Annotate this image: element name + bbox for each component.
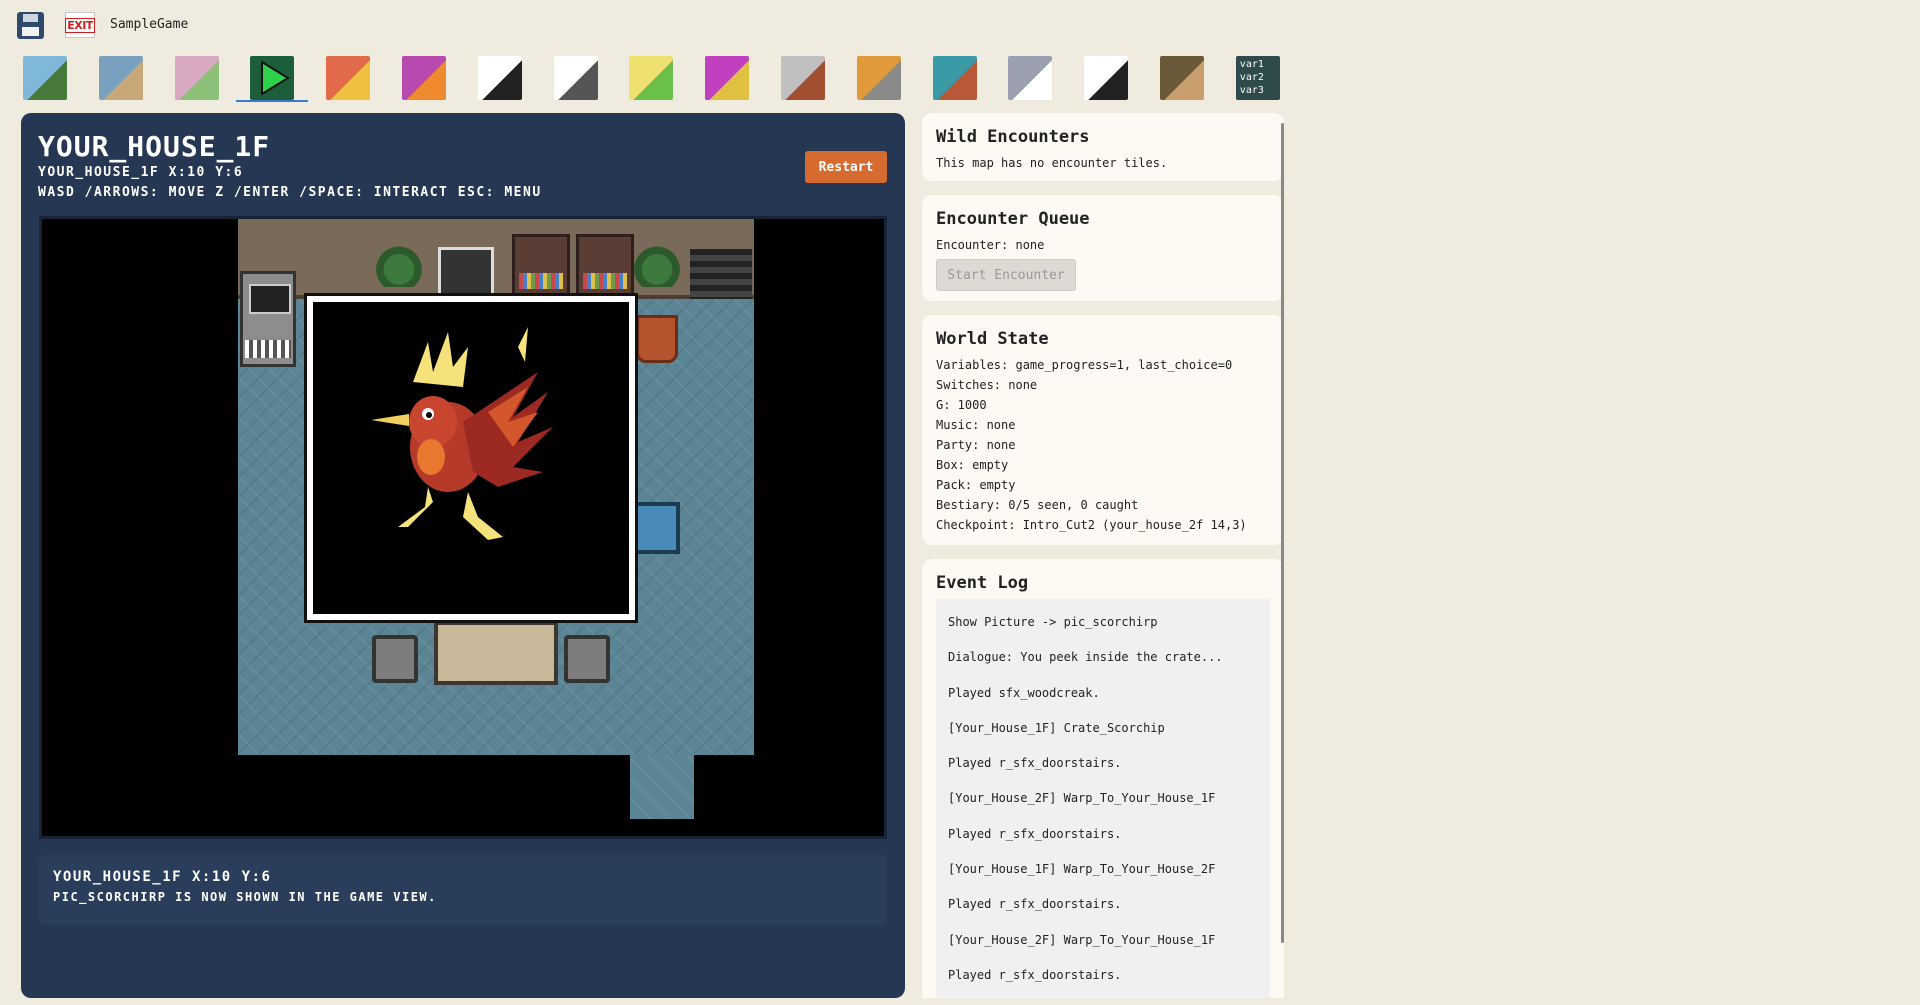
event-log-entry: Played r_sfx_doorstairs. — [948, 967, 1122, 982]
floor-exit — [630, 755, 694, 819]
restart-button[interactable]: Restart — [805, 151, 887, 183]
wild-encounters-card: Wild Encounters This map has no encounte… — [922, 113, 1284, 181]
world-state-line: Variables: game_progress=1, last_choice=… — [936, 358, 1233, 372]
event-log-entry: [Your_House_1F] Crate_Scorchip — [948, 720, 1165, 735]
plant-sprite — [630, 243, 684, 287]
music-tool[interactable] — [1084, 56, 1129, 100]
controls-help: WASD /ARROWS: MOVE Z /ENTER /SPACE: INTE… — [38, 185, 542, 200]
event-log-card: Event Log Show Picture -> pic_scorchirp D… — [922, 559, 1284, 998]
game-panel: YOUR_HOUSE_1F YOUR_HOUSE_1F X:10 Y:6 WAS… — [21, 113, 905, 998]
encounter-queue-title: Encounter Queue — [936, 209, 1090, 229]
status-box: YOUR_HOUSE_1F X:10 Y:6 PIC_SCORCHIRP IS … — [39, 855, 887, 925]
event-log-list[interactable]: Show Picture -> pic_scorchirp Dialogue: Y… — [936, 599, 1270, 998]
movement-tool[interactable] — [477, 56, 522, 100]
plant-sprite — [372, 243, 426, 287]
event-log-entry: [Your_House_1F] Warp_To_Your_House_2F — [948, 862, 1216, 877]
window-sprite — [632, 502, 680, 554]
bookshelf-sprite — [512, 234, 570, 296]
bookshelf-sprite — [576, 234, 634, 296]
event-log-entry: Played r_sfx_doorstairs. — [948, 756, 1122, 771]
encounter-status: Encounter: none — [936, 238, 1045, 252]
stairs-sprite — [690, 249, 752, 299]
event-log-entry: Dialogue: You peek inside the crate... — [948, 650, 1223, 665]
event-log-entry: [Your_House_2F] Warp_To_Your_House_1F — [948, 932, 1216, 947]
world-state-line: Music: none — [936, 418, 1016, 432]
status-message: PIC_SCORCHIRP IS NOW SHOWN IN THE GAME V… — [53, 890, 437, 904]
scorchirp-icon — [371, 327, 553, 540]
battle-vs-tool[interactable] — [326, 56, 371, 100]
start-encounter-button[interactable]: Start Encounter — [936, 259, 1076, 291]
side-panel-scrollbar[interactable] — [1281, 123, 1284, 943]
active-tool-indicator — [236, 100, 309, 102]
encounter-queue-card: Encounter Queue Encounter: none Start En… — [922, 195, 1284, 301]
world-state-card: World State Variables: game_progress=1, … — [922, 315, 1284, 545]
scorchirp-picture — [313, 302, 629, 614]
side-panel: Wild Encounters This map has no encounte… — [922, 113, 1284, 998]
world-state-line: Box: empty — [936, 458, 1009, 472]
potted-plant-sprite — [636, 315, 678, 363]
world-state-line: G: 1000 — [936, 398, 987, 412]
world-state-line: Party: none — [936, 438, 1016, 452]
map-title: YOUR_HOUSE_1F — [38, 130, 271, 163]
save-icon[interactable] — [17, 12, 44, 39]
characters-tool[interactable] — [781, 56, 825, 100]
variables-tool[interactable]: var1 var2 var3 — [1235, 56, 1280, 100]
computer-sprite — [240, 271, 296, 367]
table-sprite — [434, 621, 558, 685]
tv-sprite — [438, 247, 494, 299]
shown-picture-frame — [304, 293, 638, 623]
exit-button[interactable]: EXIT — [65, 12, 95, 38]
settings-tools-tool[interactable] — [856, 56, 901, 100]
event-log-entry: [Your_House_2F] Warp_To_Your_House_1F — [948, 791, 1216, 806]
shop-tool[interactable] — [932, 56, 977, 100]
event-log-entry: Show Picture -> pic_scorchirp — [948, 615, 1158, 629]
pictures-tool[interactable] — [1160, 56, 1204, 100]
event-log-entry: Played r_sfx_doorstairs. — [948, 897, 1122, 912]
script-tool[interactable] — [1008, 56, 1053, 100]
status-position: YOUR_HOUSE_1F X:10 Y:6 — [53, 869, 272, 885]
game-viewport[interactable] — [39, 216, 887, 839]
chair-sprite — [372, 635, 418, 683]
play-tool[interactable] — [250, 56, 295, 100]
map-editor-tool[interactable] — [23, 56, 67, 100]
dialogue-tool[interactable] — [553, 56, 598, 100]
world-state-line: Checkpoint: Intro_Cut2 (your_house_2f 14… — [936, 518, 1247, 532]
event-log-entry: Played r_sfx_doorstairs. — [948, 826, 1122, 841]
wild-encounters-text: This map has no encounter tiles. — [936, 156, 1168, 170]
app-name: SampleGame — [110, 17, 189, 32]
wild-encounters-title: Wild Encounters — [936, 127, 1090, 147]
creature-tool[interactable] — [705, 56, 750, 100]
egg-tool[interactable] — [174, 56, 219, 100]
tileset-tool[interactable] — [98, 56, 143, 100]
world-state-line: Switches: none — [936, 378, 1038, 392]
map-position: YOUR_HOUSE_1F X:10 Y:6 — [38, 165, 244, 180]
world-state-title: World State — [936, 329, 1049, 349]
event-log-entry: Played sfx_woodcreak. — [948, 685, 1100, 700]
fire-skill-tool[interactable] — [402, 56, 446, 100]
chair-sprite — [564, 635, 610, 683]
event-log-title: Event Log — [936, 573, 1029, 593]
top-bar: EXIT SampleGame — [0, 0, 1920, 50]
potion-tool[interactable] — [629, 56, 674, 100]
world-state-line: Pack: empty — [936, 478, 1016, 492]
world-state-line: Bestiary: 0/5 seen, 0 caught — [936, 498, 1139, 512]
